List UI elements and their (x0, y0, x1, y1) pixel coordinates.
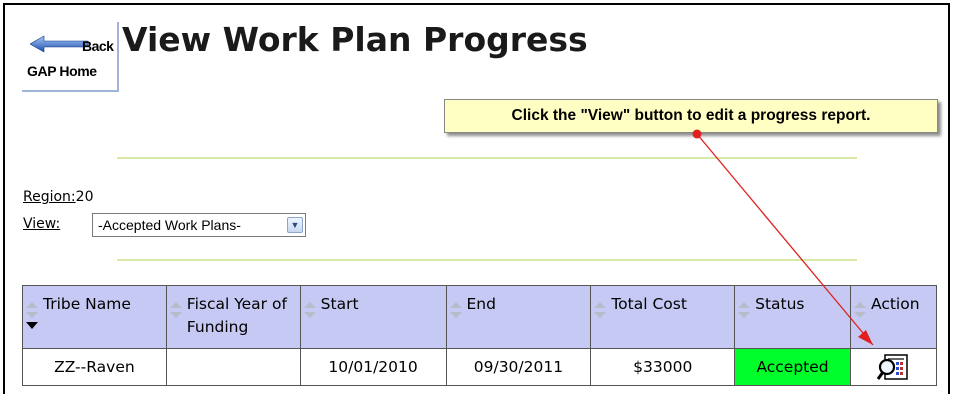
cell-tribe-name: ZZ--Raven (22, 348, 167, 386)
column-header-start[interactable]: Start (299, 285, 447, 349)
view-filter-select[interactable]: -Accepted Work Plans- ▼ (92, 213, 306, 237)
region-value: 20 (75, 189, 94, 205)
header-label: Start (320, 295, 359, 313)
sort-icon (738, 302, 751, 318)
sort-icon (853, 302, 866, 318)
sort-icon (449, 302, 462, 318)
sort-icon (594, 302, 607, 318)
back-gap-home-button[interactable]: Back GAP Home (22, 22, 119, 92)
cell-start: 10/01/2010 (299, 348, 447, 386)
table-row: ZZ--Raven 10/01/2010 09/30/2011 $33000 A… (22, 348, 938, 386)
cell-end: 09/30/2011 (445, 348, 592, 386)
header-label: Status (755, 295, 805, 313)
column-header-fiscal-year[interactable]: Fiscal Year of Funding (165, 285, 301, 349)
view-row: View: (23, 216, 60, 232)
column-header-tribe-name[interactable]: Tribe Name (22, 285, 167, 349)
back-arrow-icon (30, 35, 89, 53)
sort-descending-icon (26, 322, 38, 329)
column-header-end[interactable]: End (445, 285, 592, 349)
header-label: Total Cost (611, 295, 687, 313)
divider-top (117, 157, 857, 159)
view-report-icon[interactable] (876, 353, 910, 381)
sort-icon (169, 302, 182, 318)
divider-bottom (117, 259, 857, 261)
table-header-row: Tribe Name Fiscal Year of Funding Start … (22, 285, 938, 349)
header-label: Fiscal Year of Funding (186, 295, 287, 336)
column-header-action: Action (849, 285, 938, 349)
cell-fiscal-year (165, 348, 301, 386)
cell-total-cost: $33000 (590, 348, 736, 386)
work-plan-table: Tribe Name Fiscal Year of Funding Start … (22, 285, 938, 386)
header-label: Tribe Name (43, 295, 131, 313)
gap-home-label: GAP Home (27, 63, 97, 79)
header-label: End (466, 295, 496, 313)
page-title: View Work Plan Progress (122, 20, 588, 59)
cell-status: Accepted (734, 348, 851, 386)
column-header-total-cost[interactable]: Total Cost (590, 285, 736, 349)
region-label: Region: (23, 189, 76, 205)
column-header-status[interactable]: Status (734, 285, 851, 349)
sort-icon (26, 302, 38, 318)
region-row: Region:20 (23, 189, 93, 205)
view-label: View: (23, 216, 61, 232)
instruction-callout: Click the "View" button to edit a progre… (444, 99, 938, 133)
chevron-down-icon[interactable]: ▼ (287, 217, 303, 233)
cell-action (849, 348, 938, 386)
back-label: Back (82, 38, 114, 54)
view-filter-value: -Accepted Work Plans- (98, 217, 241, 233)
sort-icon (303, 302, 316, 318)
